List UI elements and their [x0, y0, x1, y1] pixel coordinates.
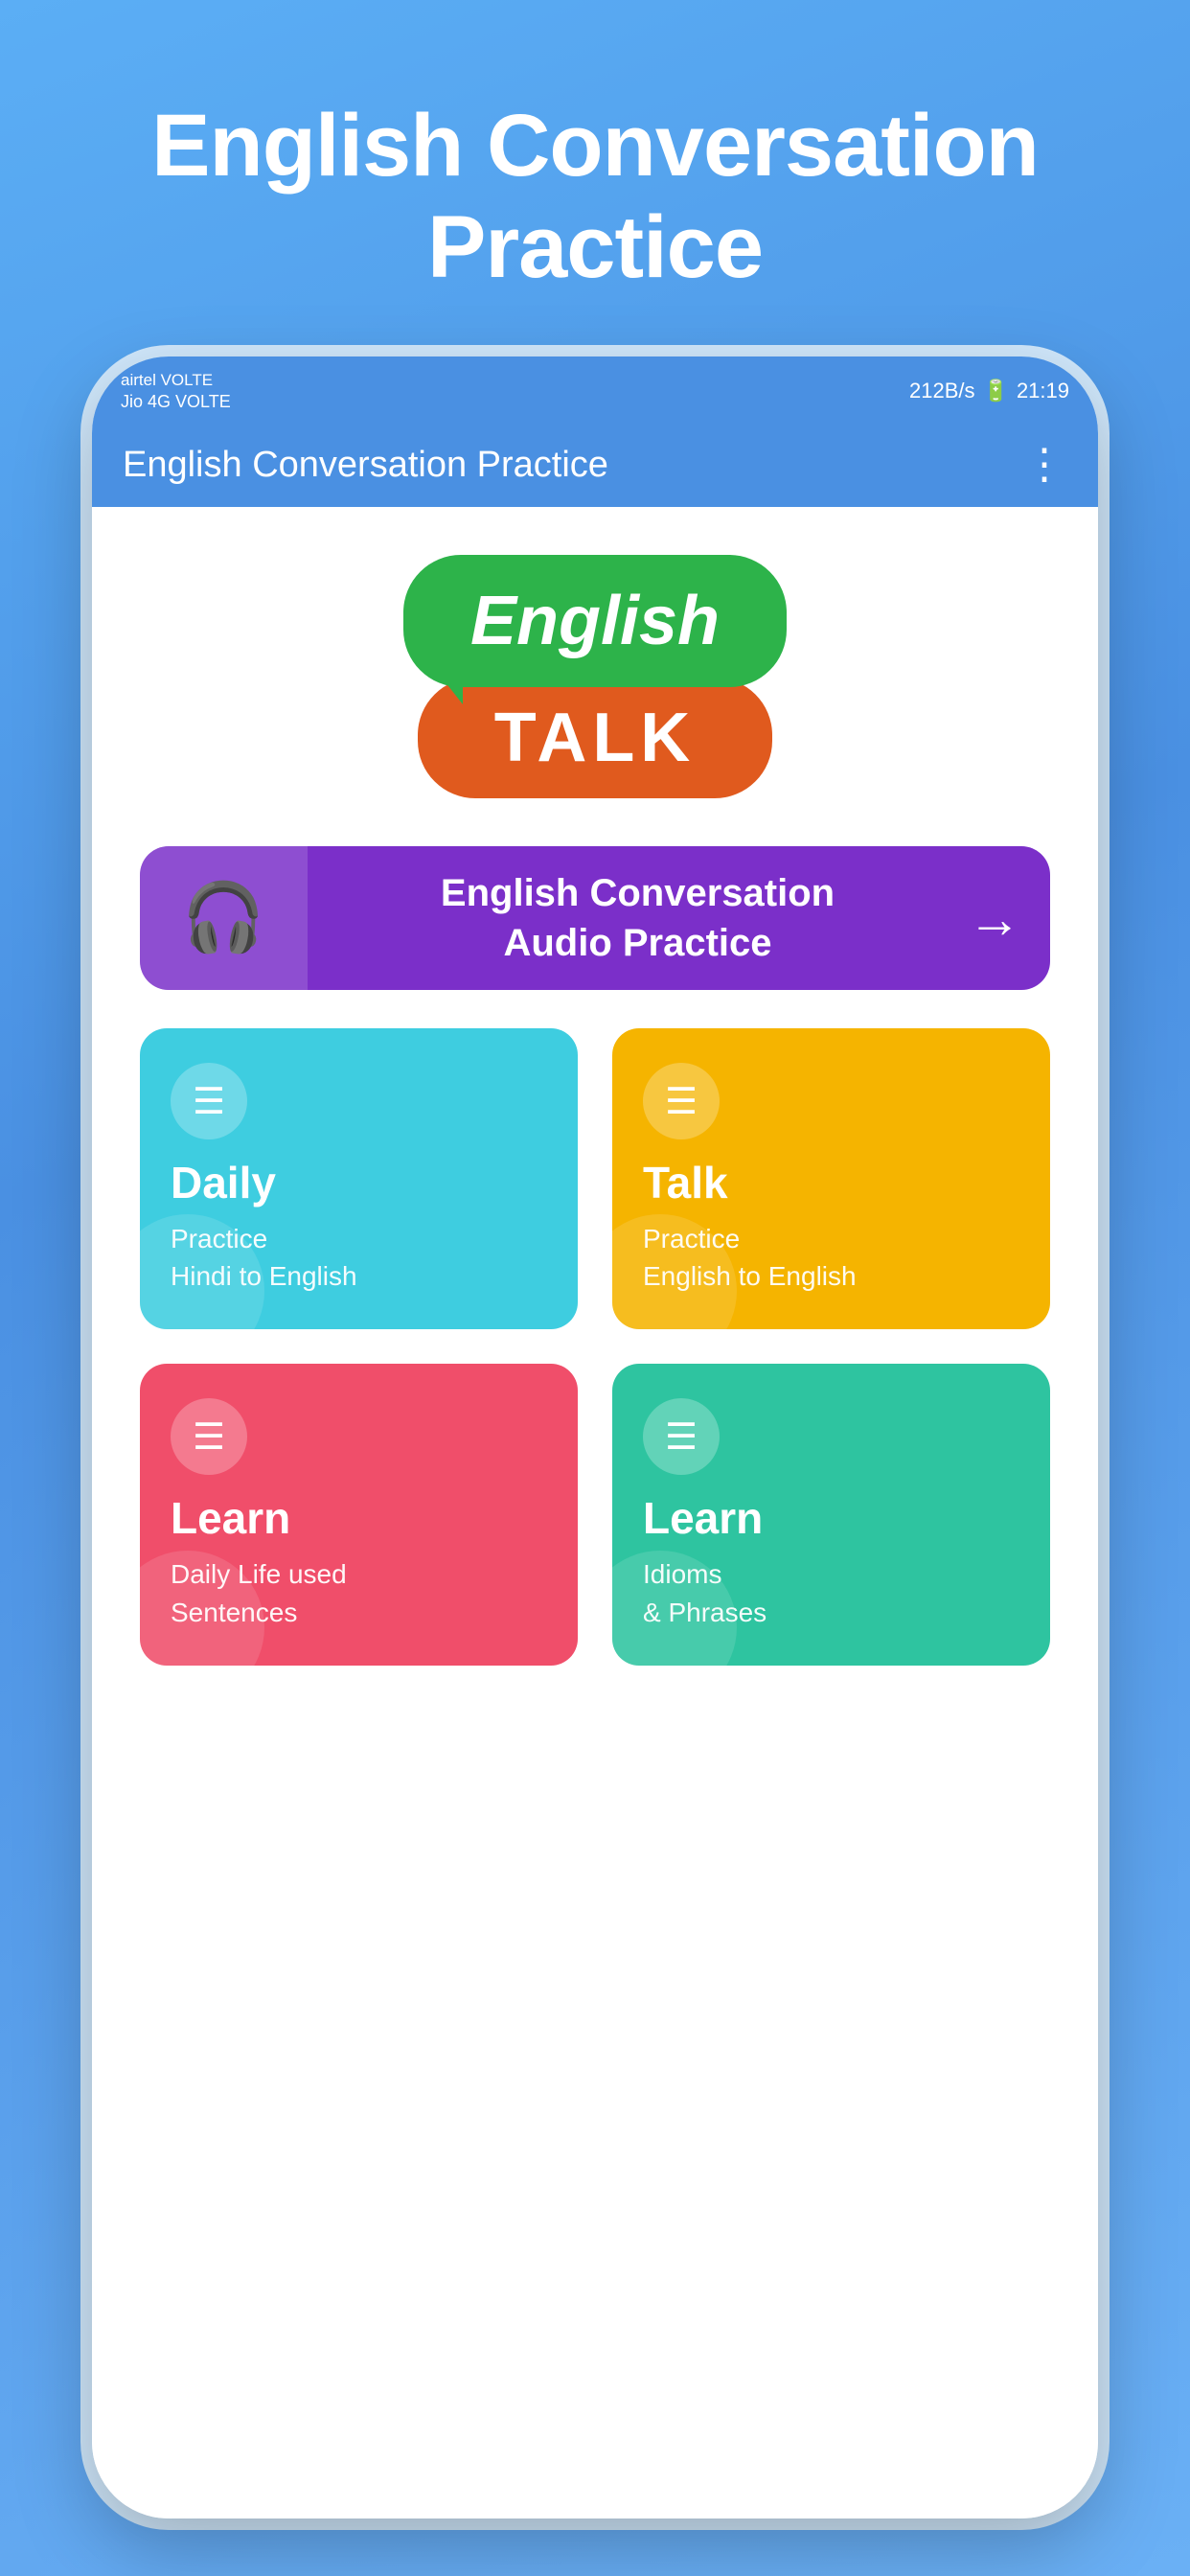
time: 21:19 [1017, 379, 1069, 403]
audio-text: English Conversation Audio Practice [308, 868, 968, 968]
english-text: English [470, 583, 720, 659]
status-bar: airtel VOLTE Jio 4G VOLTE 212B/s 🔋 21:19 [92, 356, 1098, 423]
list-icon-sentences: ☰ [193, 1415, 225, 1459]
english-bubble: English [403, 555, 787, 687]
learn-sentences-subtitle: Daily Life used Sentences [171, 1555, 551, 1630]
icons-cluster: 🔋 [983, 379, 1009, 403]
carrier-info: airtel VOLTE Jio 4G VOLTE [121, 370, 231, 413]
daily-card-subtitle: Practice Hindi to English [171, 1220, 551, 1295]
talk-practice-card[interactable]: ☰ Talk Practice English to English [612, 1028, 1050, 1329]
status-right: 212B/s 🔋 21:19 [909, 379, 1069, 403]
card-icon-circle: ☰ [643, 1398, 720, 1475]
logo-container: English TALK [403, 555, 787, 798]
app-bar-title: English Conversation Practice [123, 445, 608, 486]
talk-card-subtitle: Practice English to English [643, 1220, 1023, 1295]
carrier2: Jio 4G VOLTE [121, 391, 231, 413]
headphone-icon: 🎧 [182, 879, 265, 957]
speed: 212B/s [909, 379, 975, 403]
learn-idioms-title: Learn [643, 1492, 1023, 1544]
main-content: English TALK 🎧 English Conversation Audi… [92, 507, 1098, 2518]
card-icon-circle: ☰ [171, 1398, 247, 1475]
cards-grid: ☰ Daily Practice Hindi to English ☰ Talk… [140, 1028, 1050, 1666]
carrier1: airtel VOLTE [121, 370, 231, 391]
audio-icon-box: 🎧 [140, 846, 308, 990]
learn-idioms-card[interactable]: ☰ Learn Idioms & Phrases [612, 1364, 1050, 1665]
learn-sentences-card[interactable]: ☰ Learn Daily Life used Sentences [140, 1364, 578, 1665]
phone-frame: airtel VOLTE Jio 4G VOLTE 212B/s 🔋 21:19… [92, 356, 1098, 2518]
more-options-icon[interactable]: ⋮ [1023, 444, 1067, 486]
learn-sentences-title: Learn [171, 1492, 551, 1544]
audio-line1: English Conversation [327, 868, 949, 918]
daily-card-title: Daily [171, 1157, 551, 1208]
card-icon-circle: ☰ [171, 1063, 247, 1139]
list-icon-talk: ☰ [665, 1080, 698, 1123]
card-icon-circle: ☰ [643, 1063, 720, 1139]
list-icon-idioms: ☰ [665, 1415, 698, 1459]
audio-arrow-icon: → [968, 887, 1050, 950]
talk-card-title: Talk [643, 1157, 1023, 1208]
app-title: English ConversationPractice [75, 0, 1115, 356]
list-icon-daily: ☰ [193, 1080, 225, 1123]
audio-practice-banner[interactable]: 🎧 English Conversation Audio Practice → [140, 846, 1050, 990]
audio-line2: Audio Practice [327, 918, 949, 968]
app-bar: English Conversation Practice ⋮ [92, 423, 1098, 507]
talk-text: TALK [494, 700, 697, 776]
learn-idioms-subtitle: Idioms & Phrases [643, 1555, 1023, 1630]
daily-practice-card[interactable]: ☰ Daily Practice Hindi to English [140, 1028, 578, 1329]
talk-bubble: TALK [418, 678, 773, 798]
